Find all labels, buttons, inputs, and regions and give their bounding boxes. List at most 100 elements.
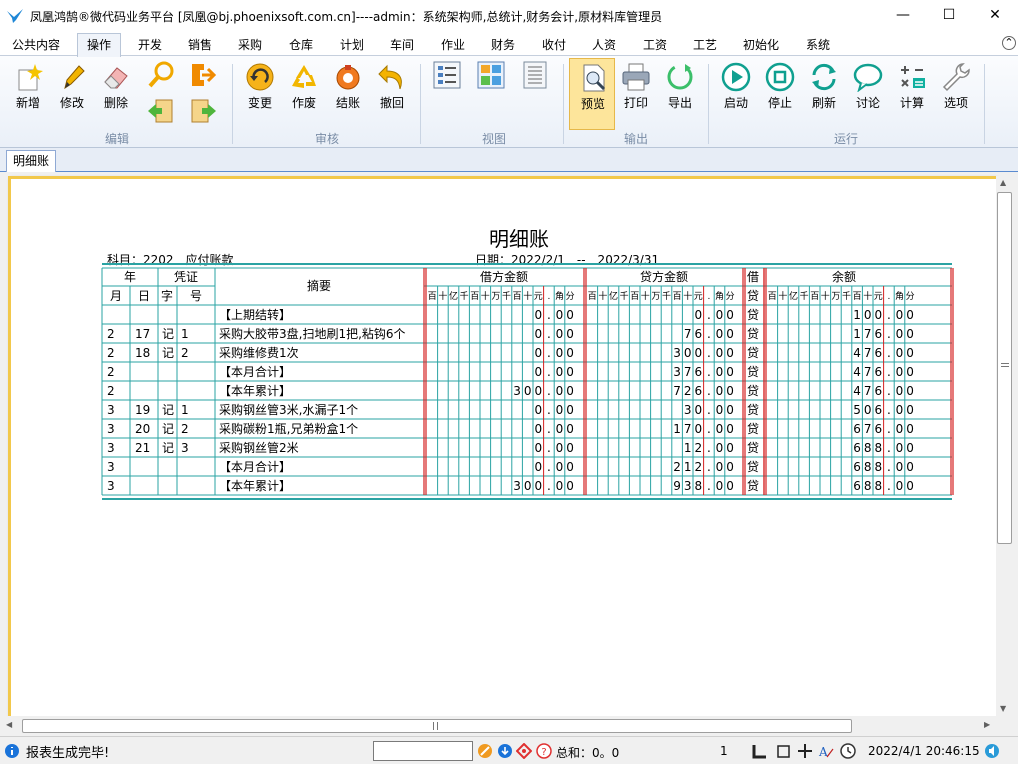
amount-digit: 0 xyxy=(556,460,564,474)
amount-digit: 0 xyxy=(684,346,692,360)
list-view-icon[interactable] xyxy=(432,60,462,90)
tab-develop[interactable]: 开发 xyxy=(138,36,162,53)
change-button[interactable]: 变更 xyxy=(237,58,283,130)
amount-digit: . xyxy=(707,403,711,417)
amount-digit: . xyxy=(547,441,551,455)
amount-digit: 0 xyxy=(534,403,542,417)
withdraw-label: 撤回 xyxy=(379,96,404,110)
scroll-right-icon[interactable]: ▶ xyxy=(984,720,990,729)
horizontal-scrollbar[interactable]: ◀ ▶ xyxy=(0,716,1018,736)
amount-digit: 6 xyxy=(853,460,861,474)
tab-job[interactable]: 作业 xyxy=(441,36,465,53)
tab-receipt-payment[interactable]: 收付 xyxy=(542,36,566,53)
export-button[interactable]: 导出 xyxy=(657,58,703,130)
previous-book-icon[interactable] xyxy=(146,96,176,126)
scroll-up-icon[interactable]: ▲ xyxy=(1000,178,1006,187)
tab-plan[interactable]: 计划 xyxy=(340,36,364,53)
amount-digit: 6 xyxy=(853,422,861,436)
amount-digit: 0 xyxy=(716,384,724,398)
vertical-scroll-thumb[interactable] xyxy=(997,192,1012,544)
row-summary: 【本年累计】 xyxy=(219,384,291,398)
amount-digit: 0 xyxy=(906,460,914,474)
tile-view-icon[interactable] xyxy=(476,60,506,90)
next-book-icon[interactable] xyxy=(188,96,218,126)
close-button[interactable]: ✕ xyxy=(972,0,1018,30)
horizontal-scroll-thumb[interactable] xyxy=(22,719,852,733)
amount-digit: 0 xyxy=(556,403,564,417)
row-day: 18 xyxy=(135,346,150,360)
amount-digit: 0 xyxy=(534,308,542,322)
row-month: 3 xyxy=(107,460,115,474)
amount-digit: 0 xyxy=(896,327,904,341)
add-button[interactable]: 新增 xyxy=(5,58,51,130)
digit-label: 十 xyxy=(778,290,787,302)
help-icon[interactable]: ? xyxy=(536,743,552,759)
scroll-down-icon[interactable]: ▼ xyxy=(1000,704,1006,713)
amount-digit: 2 xyxy=(694,460,702,474)
amount-digit: 0 xyxy=(896,346,904,360)
detail-view-icon[interactable] xyxy=(520,60,550,90)
amount-digit: 1 xyxy=(684,441,692,455)
tab-warehouse[interactable]: 仓库 xyxy=(289,36,313,53)
amount-header: 余额 xyxy=(832,269,856,284)
tab-operation[interactable]: 操作 xyxy=(77,33,122,57)
start-button[interactable]: 启动 xyxy=(713,58,759,130)
add-label: 新增 xyxy=(15,96,40,110)
download-icon[interactable] xyxy=(497,743,513,759)
crosshair-icon[interactable] xyxy=(797,743,813,759)
row-month: 2 xyxy=(107,384,115,398)
font-icon[interactable]: A xyxy=(818,743,834,759)
tab-purchase[interactable]: 采购 xyxy=(238,36,262,53)
amount-digit: 0 xyxy=(694,403,702,417)
no-entry-icon[interactable] xyxy=(477,743,493,759)
refresh-button[interactable]: 刷新 xyxy=(801,58,847,130)
void-button[interactable]: 作废 xyxy=(281,58,327,130)
export-icon xyxy=(667,64,693,90)
tab-system[interactable]: 系统 xyxy=(806,36,830,53)
options-button[interactable]: 选项 xyxy=(933,58,979,130)
amount-digit: . xyxy=(547,365,551,379)
tab-workshop[interactable]: 车间 xyxy=(390,36,414,53)
export-label: 导出 xyxy=(667,96,692,110)
close-account-button[interactable]: 结账 xyxy=(325,58,371,130)
discuss-button[interactable]: 讨论 xyxy=(845,58,891,130)
wrench-icon xyxy=(942,63,970,92)
digit-label: 十 xyxy=(438,290,447,302)
digit-label: 亿 xyxy=(609,290,618,302)
box-icon[interactable] xyxy=(775,743,791,759)
withdraw-button[interactable]: 撤回 xyxy=(369,58,415,130)
digit-label: 百 xyxy=(810,291,819,302)
tab-sales[interactable]: 销售 xyxy=(188,36,212,53)
calculate-button[interactable]: 计算 xyxy=(889,58,935,130)
tab-initialize[interactable]: 初始化 xyxy=(743,36,779,53)
speaker-icon[interactable] xyxy=(984,743,1000,759)
target-icon[interactable] xyxy=(516,743,532,759)
print-button[interactable]: 打印 xyxy=(613,58,659,130)
row-summary: 【本年累计】 xyxy=(219,479,291,493)
amount-digit: . xyxy=(887,422,891,436)
maximize-button[interactable]: ☐ xyxy=(926,0,972,30)
modify-button[interactable]: 修改 xyxy=(49,58,95,130)
amount-digit: 6 xyxy=(853,479,861,493)
row-number: 3 xyxy=(181,441,189,455)
minimize-button[interactable]: — xyxy=(880,0,926,30)
search-icon[interactable] xyxy=(146,60,176,90)
amount-digit: 2 xyxy=(673,460,681,474)
exit-icon[interactable] xyxy=(188,60,218,90)
dc-header: 贷 xyxy=(747,289,759,303)
tab-finance[interactable]: 财务 xyxy=(491,36,515,53)
tab-salary[interactable]: 工资 xyxy=(643,36,667,53)
amount-digit: 8 xyxy=(874,441,882,455)
scroll-left-icon[interactable]: ◀ xyxy=(6,720,12,729)
tab-hr[interactable]: 人资 xyxy=(592,36,616,53)
stop-button[interactable]: 停止 xyxy=(757,58,803,130)
corner-icon[interactable] xyxy=(752,743,768,759)
vertical-scrollbar[interactable]: ▲ ▼ xyxy=(996,176,1016,716)
tab-public[interactable]: 公共内容 xyxy=(12,36,60,53)
preview-button[interactable]: 预览 xyxy=(569,58,615,130)
tab-ledger-detail[interactable]: 明细账 xyxy=(6,150,56,172)
delete-button[interactable]: 删除 xyxy=(93,58,139,130)
status-input[interactable] xyxy=(373,741,473,761)
tab-process[interactable]: 工艺 xyxy=(693,36,717,53)
collapse-ribbon-button[interactable]: ⌃ xyxy=(1002,36,1016,50)
